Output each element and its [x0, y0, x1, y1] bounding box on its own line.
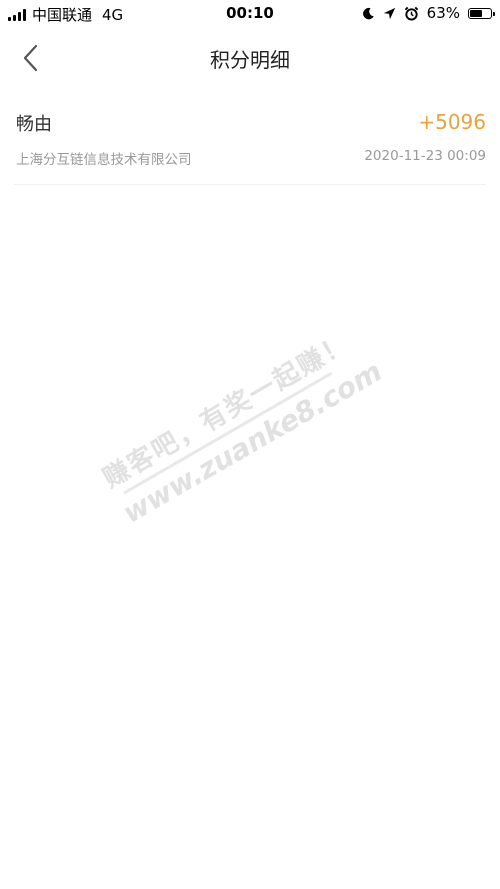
alarm-icon [404, 6, 418, 21]
watermark-slogan: 赚客吧，有奖一起赚！ [98, 328, 356, 495]
moon-icon [362, 7, 374, 19]
location-arrow-icon [383, 7, 395, 19]
back-button[interactable] [14, 40, 50, 76]
screen: 中国联通 4G 00:10 63% 积分明细 畅由 +5096 上海分互链信息技… [0, 0, 500, 889]
battery-fill [470, 9, 482, 17]
status-bar: 中国联通 4G 00:10 63% [0, 0, 500, 28]
watermark-url: www.zuanke8.com [117, 354, 388, 530]
record-company: 上海分互链信息技术有限公司 [16, 152, 192, 168]
chevron-left-icon [23, 44, 38, 72]
battery-icon [468, 7, 495, 19]
list-item[interactable]: 畅由 +5096 上海分互链信息技术有限公司 2020-11-23 00:09 [14, 100, 486, 185]
watermark: 赚客吧，有奖一起赚！ www.zuanke8.com [95, 313, 415, 567]
page-title: 积分明细 [210, 48, 290, 72]
record-time: 2020-11-23 00:09 [364, 148, 486, 164]
record-source-name: 畅由 [16, 114, 52, 135]
nav-bar: 积分明细 [0, 30, 500, 84]
status-right: 63% [362, 4, 495, 22]
record-points: +5096 [418, 110, 486, 134]
watermark-divider [123, 371, 333, 495]
points-record-list: 畅由 +5096 上海分互链信息技术有限公司 2020-11-23 00:09 [0, 100, 500, 185]
battery-percent: 63% [426, 4, 460, 22]
